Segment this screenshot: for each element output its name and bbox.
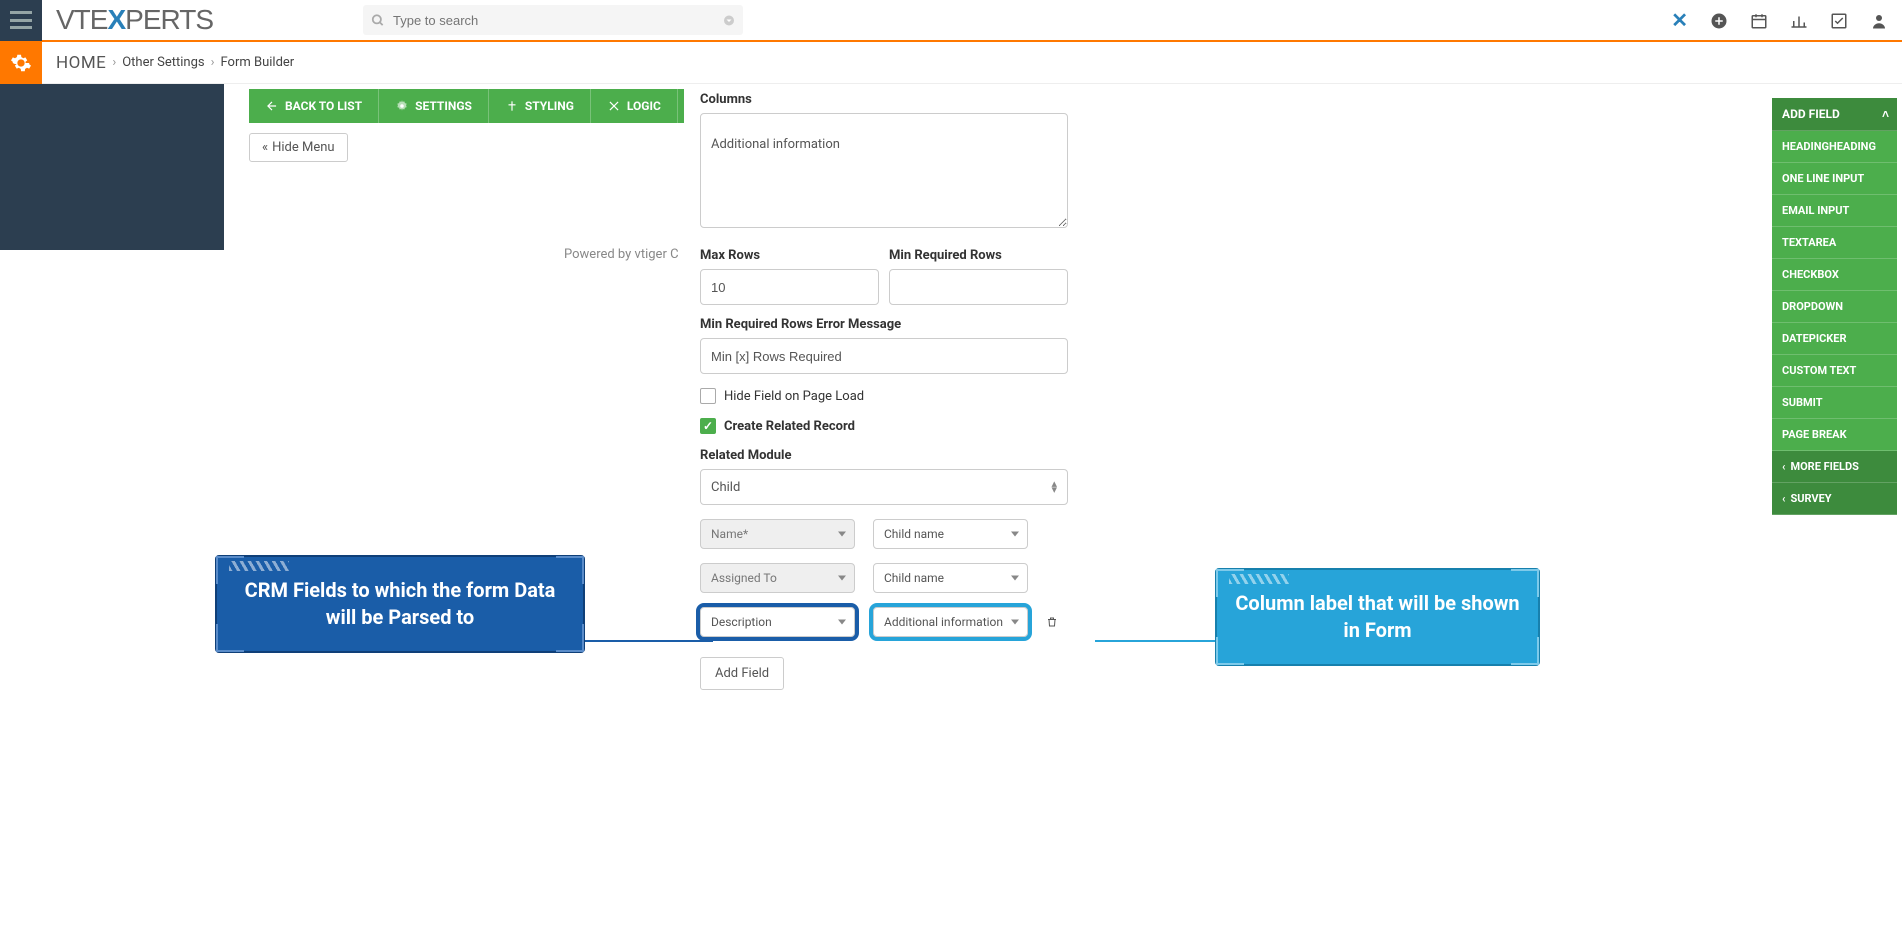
column-select[interactable]: Additional information — [873, 607, 1028, 637]
caret-down-icon — [1011, 620, 1019, 625]
crm-field-select[interactable]: Assigned To — [700, 563, 855, 593]
top-right-icons: ✕ — [1671, 8, 1902, 32]
add-field-button[interactable]: Add Field — [700, 657, 784, 690]
settings-gear-button[interactable] — [0, 42, 42, 84]
main-row: BACK TO LIST SETTINGS STYLING LOGIC SAVE… — [0, 84, 1902, 262]
columns-label: Columns — [700, 92, 1068, 107]
caret-down-icon — [838, 576, 846, 581]
sidebar-item-customtext[interactable]: CUSTOM TEXT — [1772, 355, 1897, 387]
topbar: VTEXPERTS ✕ — [0, 0, 1902, 42]
hide-field-label: Hide Field on Page Load — [724, 389, 864, 404]
search-input[interactable] — [363, 5, 743, 35]
chevron-up-icon: ˄ — [1882, 107, 1889, 121]
search-wrap — [363, 5, 743, 35]
columns-textarea[interactable]: Date of Birth Additional information — [700, 113, 1068, 228]
checkbox-checked-icon[interactable] — [700, 418, 716, 434]
sidebar-item-datepicker[interactable]: DATEPICKER — [1772, 323, 1897, 355]
create-related-checkbox-row[interactable]: Create Related Record — [700, 418, 1068, 434]
related-module-label: Related Module — [700, 448, 1068, 463]
err-msg-input[interactable] — [700, 338, 1068, 374]
trash-icon[interactable] — [1046, 614, 1058, 630]
left-sidebar-empty — [0, 84, 224, 250]
callout-crm-fields: CRM Fields to which the form Data will b… — [215, 555, 585, 653]
hide-menu-button[interactable]: « Hide Menu — [249, 133, 348, 162]
callout-column-label: Column label that will be shown in Form — [1215, 568, 1540, 666]
sidebar-more-fields[interactable]: ‹ MORE FIELDS — [1772, 451, 1897, 483]
chart-icon[interactable] — [1790, 10, 1808, 31]
caret-down-icon — [838, 620, 846, 625]
sidebar-item-email[interactable]: EMAIL INPUT — [1772, 195, 1897, 227]
calendar-icon[interactable] — [1750, 10, 1768, 31]
crm-field-select[interactable]: Description — [700, 607, 855, 637]
hamburger-icon — [10, 11, 32, 29]
add-field-sidebar: ADD FIELD ˄ HEADINGHEADING ONE LINE INPU… — [1772, 98, 1897, 515]
caret-down-icon — [1011, 576, 1019, 581]
caret-down-icon — [838, 532, 846, 537]
err-msg-label: Min Required Rows Error Message — [700, 317, 1068, 332]
mapping-row-1: Assigned To Child name — [700, 563, 1068, 593]
min-rows-label: Min Required Rows — [889, 248, 1068, 263]
sidebar-item-submit[interactable]: SUBMIT — [1772, 387, 1897, 419]
crm-field-select[interactable]: Name* — [700, 519, 855, 549]
breadcrumb-seg1[interactable]: Other Settings — [122, 55, 204, 70]
sidebar-item-pagebreak[interactable]: PAGE BREAK — [1772, 419, 1897, 451]
caret-down-icon — [1011, 532, 1019, 537]
gear-row: HOME › Other Settings › Form Builder — [0, 42, 1902, 84]
max-rows-input[interactable] — [700, 269, 879, 305]
sidebar-header[interactable]: ADD FIELD ˄ — [1772, 98, 1897, 131]
plus-circle-icon[interactable] — [1710, 10, 1728, 31]
chevron-left-icon: ‹ — [1782, 460, 1785, 473]
user-icon[interactable] — [1870, 10, 1888, 31]
chevron-down-icon[interactable] — [723, 13, 735, 28]
chevron-right-icon: › — [112, 55, 116, 70]
search-icon — [371, 13, 385, 28]
sidebar-item-checkbox[interactable]: CHECKBOX — [1772, 259, 1897, 291]
chevron-left-icon: ‹ — [1782, 492, 1785, 505]
sidebar-item-oneline[interactable]: ONE LINE INPUT — [1772, 163, 1897, 195]
sidebar-survey[interactable]: ‹ SURVEY — [1772, 483, 1897, 515]
connector-right — [1095, 640, 1215, 642]
max-rows-label: Max Rows — [700, 248, 879, 263]
sidebar-item-dropdown[interactable]: DROPDOWN — [1772, 291, 1897, 323]
column-select[interactable]: Child name — [873, 563, 1028, 593]
content-area: BACK TO LIST SETTINGS STYLING LOGIC SAVE… — [224, 84, 1902, 262]
logic-button[interactable]: LOGIC — [591, 89, 678, 123]
hide-field-checkbox-row[interactable]: Hide Field on Page Load — [700, 388, 1068, 404]
logo: VTEXPERTS — [56, 4, 213, 36]
styling-button[interactable]: STYLING — [489, 89, 591, 123]
column-select[interactable]: Child name — [873, 519, 1028, 549]
sidebar-item-textarea[interactable]: TEXTAREA — [1772, 227, 1897, 259]
checklist-icon[interactable] — [1830, 10, 1848, 31]
back-to-list-button[interactable]: BACK TO LIST — [249, 89, 379, 123]
breadcrumb-seg2[interactable]: Form Builder — [221, 55, 295, 70]
sidebar-item-heading[interactable]: HEADINGHEADING — [1772, 131, 1897, 163]
breadcrumb: HOME › Other Settings › Form Builder — [42, 42, 1902, 84]
checkbox-unchecked-icon[interactable] — [700, 388, 716, 404]
mapping-row-0: Name* Child name — [700, 519, 1068, 549]
chevron-right-icon: › — [211, 55, 215, 70]
hamburger-button[interactable] — [0, 0, 42, 41]
field-settings-panel: Columns Date of Birth Additional informa… — [684, 84, 1084, 720]
min-rows-input[interactable] — [889, 269, 1068, 305]
connector-left — [585, 640, 713, 642]
vtiger-x-icon[interactable]: ✕ — [1671, 8, 1688, 32]
chevron-left-double-icon: « — [262, 140, 268, 155]
settings-button[interactable]: SETTINGS — [379, 89, 489, 123]
create-related-label: Create Related Record — [724, 419, 855, 434]
mapping-row-2: Description Additional information — [700, 607, 1068, 637]
breadcrumb-home[interactable]: HOME — [56, 53, 106, 73]
updown-caret-icon: ▴▾ — [1051, 481, 1057, 493]
related-module-select[interactable]: Child ▴▾ — [700, 469, 1068, 505]
